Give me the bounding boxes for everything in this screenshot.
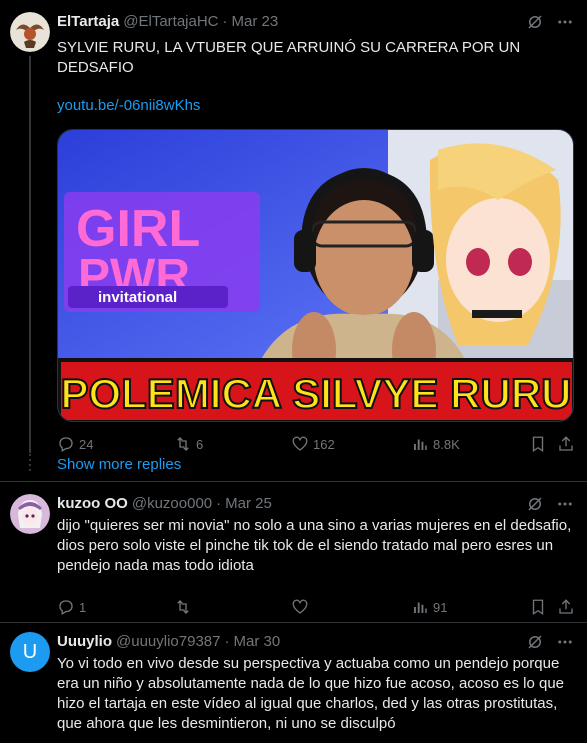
- tweet-text: dijo "quieres ser mi novia" no solo a un…: [57, 517, 576, 574]
- tweet-content: ElTartaja @ElTartajaHC · Mar 23 SYLVIE R…: [57, 12, 575, 454]
- bookmark-action[interactable]: [529, 598, 557, 616]
- tweet-header: kuzoo OO @kuzoo000 · Mar 25: [57, 494, 575, 514]
- retweet-action[interactable]: [174, 598, 291, 616]
- reply-thread: ElTartaja @ElTartajaHC · Mar 23 SYLVIE R…: [0, 0, 587, 743]
- thread-connector: [29, 56, 31, 453]
- more-options-icon[interactable]: [555, 12, 575, 32]
- share-action[interactable]: [557, 598, 575, 616]
- user-handle[interactable]: @ElTartajaHC: [123, 12, 218, 32]
- tweet-content: Uuuylio @uuuylio79387 · Mar 30 Yo vi tod…: [57, 632, 575, 734]
- avatar-column: U: [10, 632, 50, 672]
- tweet-kuzoo[interactable]: kuzoo OO @kuzoo000 · Mar 25 dijo "quiere…: [0, 494, 587, 617]
- tweet-text: Yo vi todo en vivo desde su perspectiva …: [57, 655, 569, 732]
- tweet-date[interactable]: Mar 23: [232, 12, 279, 32]
- views-icon: [414, 602, 427, 613]
- reply-count: 1: [79, 599, 87, 615]
- tweet-eltartaja[interactable]: ElTartaja @ElTartajaHC · Mar 23 SYLVIE R…: [0, 12, 587, 454]
- video-thumbnail[interactable]: GIRL PWR invitational POLEMICA SILVYE RU…: [57, 129, 574, 422]
- tweet-header: ElTartaja @ElTartajaHC · Mar 23: [57, 12, 575, 32]
- grok-icon[interactable]: [525, 494, 545, 514]
- banner-text: POLEMICA SILVYE RURU: [60, 370, 571, 417]
- divider: [0, 622, 587, 623]
- like-action[interactable]: [291, 598, 411, 616]
- grok-icon[interactable]: [525, 632, 545, 652]
- tweet-content: kuzoo OO @kuzoo000 · Mar 25 dijo "quiere…: [57, 494, 575, 617]
- more-options-icon[interactable]: [555, 494, 575, 514]
- views-action[interactable]: 91: [411, 598, 529, 616]
- separator-dot: ·: [216, 495, 222, 512]
- separator-dot: ·: [222, 13, 228, 30]
- reply-action[interactable]: 1: [57, 598, 174, 616]
- views-count: 91: [433, 599, 448, 615]
- tweet-actions: 1 91: [57, 597, 575, 617]
- user-handle[interactable]: @uuuylio79387: [116, 632, 220, 652]
- avatar[interactable]: U: [10, 632, 50, 672]
- avatar-column: [10, 494, 50, 534]
- tweet-uuuylio[interactable]: U Uuuylio @uuuylio79387 · Mar 30 Yo vi t…: [0, 632, 587, 734]
- logo-sub-text: invitational: [98, 289, 177, 306]
- reply-icon: [59, 600, 73, 615]
- avatar[interactable]: [10, 12, 50, 52]
- thumbnail-image: GIRL PWR invitational POLEMICA SILVYE RU…: [58, 130, 573, 421]
- more-options-icon[interactable]: [555, 632, 575, 652]
- share-icon: [559, 599, 573, 614]
- show-more-replies-button[interactable]: Show more replies: [0, 449, 587, 479]
- tweet-date[interactable]: Mar 30: [233, 632, 280, 652]
- separator-dot: ·: [224, 633, 230, 650]
- avatar-column: [10, 12, 50, 52]
- tweet-date[interactable]: Mar 25: [225, 494, 272, 514]
- user-handle[interactable]: @kuzoo000: [132, 494, 212, 514]
- grok-icon[interactable]: [525, 12, 545, 32]
- avatar-letter: U: [22, 640, 38, 663]
- heart-icon: [292, 599, 308, 614]
- divider: [0, 481, 587, 482]
- display-name[interactable]: Uuuylio: [57, 632, 112, 652]
- bookmark-icon: [532, 599, 544, 616]
- avatar[interactable]: [10, 494, 50, 534]
- tweet-text: SYLVIE RURU, LA VTUBER QUE ARRUINÓ SU CA…: [57, 39, 525, 76]
- display-name[interactable]: ElTartaja: [57, 12, 119, 32]
- display-name[interactable]: kuzoo OO: [57, 494, 128, 514]
- tweet-link[interactable]: youtu.be/-06nii8wKhs: [57, 96, 200, 116]
- retweet-icon: [177, 600, 189, 614]
- tweet-header: Uuuylio @uuuylio79387 · Mar 30: [57, 632, 575, 652]
